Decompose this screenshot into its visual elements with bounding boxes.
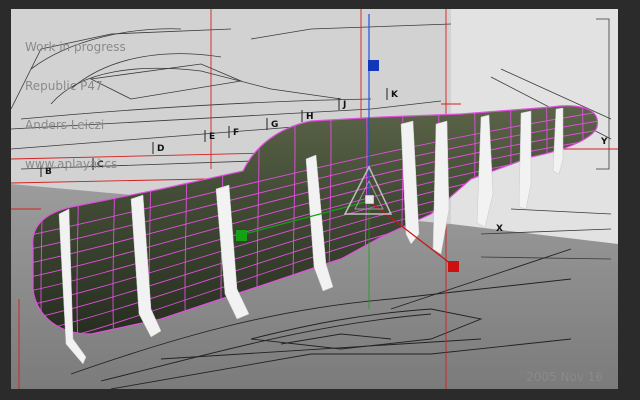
caption-line-3: Anders Leiczi xyxy=(25,118,105,132)
caption-block: Work in progress Republic P47 Anders Lei… xyxy=(25,15,126,197)
caption-line-4: www.aplayai.cs xyxy=(25,157,118,171)
caption-line-2: Republic P47 xyxy=(25,79,103,93)
handle-y-icon[interactable] xyxy=(368,60,379,71)
handle-x-icon[interactable] xyxy=(236,230,247,241)
station-label: D xyxy=(157,144,164,154)
station-label: F xyxy=(233,128,239,138)
3d-viewport[interactable]: BCDEFGHJK Y X Work in progress Republic … xyxy=(11,9,618,389)
date-label: 2005 Nov 16 xyxy=(526,370,603,384)
station-label: E xyxy=(209,132,215,142)
handle-z-icon[interactable] xyxy=(448,261,459,272)
station-label: J xyxy=(342,100,346,110)
app-frame: BCDEFGHJK Y X Work in progress Republic … xyxy=(0,0,640,400)
caption-line-1: Work in progress xyxy=(25,40,126,54)
station-label: G xyxy=(271,120,278,130)
axis-label-x: X xyxy=(496,224,503,234)
axis-label-y: Y xyxy=(600,137,608,147)
station-label: K xyxy=(391,90,399,100)
